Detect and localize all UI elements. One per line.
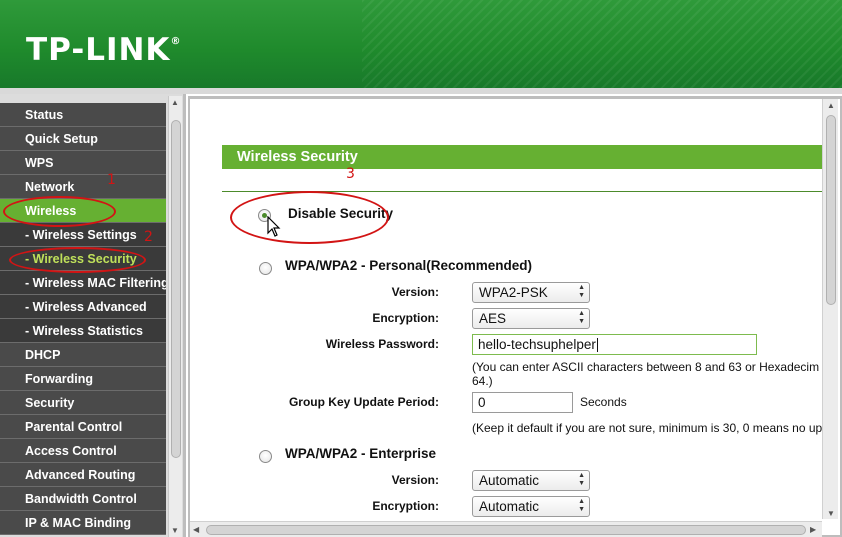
tp-link-logo: TP-LINK®	[26, 32, 182, 68]
header-pattern	[362, 0, 842, 92]
main-menu: Status Quick Setup WPS Network Wireless …	[0, 103, 166, 535]
version-label: Version:	[391, 285, 439, 299]
menu-item-dhcp[interactable]: DHCP	[0, 343, 166, 367]
version-select[interactable]: WPA2-PSK ▲ ▼	[472, 282, 590, 303]
select-arrows-icon: ▲ ▼	[578, 472, 585, 487]
annotation-step-3: 3	[346, 166, 355, 182]
scroll-up-arrow-icon[interactable]: ▲	[827, 101, 835, 110]
menu-item-status[interactable]: Status	[0, 103, 166, 127]
wpa-personal-label: WPA/WPA2 - Personal(Recommended)	[285, 258, 533, 273]
header-banner: TP-LINK®	[0, 0, 842, 92]
enterprise-version-label: Version:	[391, 473, 439, 487]
scroll-up-arrow-icon[interactable]: ▲	[171, 98, 179, 107]
select-arrows-icon: ▲ ▼	[578, 310, 585, 325]
annotation-step-1: 1	[107, 172, 116, 188]
menu-item-ip-mac-binding[interactable]: IP & MAC Binding	[0, 511, 166, 535]
left-scrollbar[interactable]: ▲ ▼	[168, 96, 182, 537]
wpa-personal-radio[interactable]	[259, 262, 272, 275]
group-key-hint: (Keep it default if you are not sure, mi…	[472, 421, 822, 435]
content-vertical-scrollbar-thumb[interactable]	[826, 115, 836, 305]
group-key-update-input[interactable]: 0	[472, 392, 573, 413]
annotation-circle-wireless	[3, 196, 116, 227]
left-menu-frame: Status Quick Setup WPS Network Wireless …	[0, 94, 186, 537]
annotation-circle-disable-security	[230, 191, 389, 244]
scroll-down-arrow-icon[interactable]: ▼	[171, 526, 179, 535]
wireless-password-input[interactable]: hello-techsuphelper	[472, 334, 757, 355]
section-title: Wireless Security	[222, 145, 822, 169]
menu-item-wireless-advanced[interactable]: - Wireless Advanced	[0, 295, 166, 319]
menu-item-wireless-mac-filtering[interactable]: - Wireless MAC Filtering	[0, 271, 166, 295]
enterprise-version-select[interactable]: Automatic ▲ ▼	[472, 470, 590, 491]
password-hint-continued: 64.)	[472, 374, 493, 388]
select-arrows-icon: ▲ ▼	[578, 284, 585, 299]
group-key-update-label: Group Key Update Period:	[288, 395, 439, 409]
wpa-enterprise-radio[interactable]	[259, 450, 272, 463]
content-horizontal-scrollbar[interactable]: ◀ ▶	[190, 521, 822, 537]
menu-item-security[interactable]: Security	[0, 391, 166, 415]
seconds-unit: Seconds	[580, 395, 627, 409]
menu-item-forwarding[interactable]: Forwarding	[0, 367, 166, 391]
mouse-cursor-icon	[267, 216, 281, 237]
menu-item-network[interactable]: Network	[0, 175, 166, 199]
annotation-step-2: 2	[144, 229, 153, 245]
scroll-left-arrow-icon[interactable]: ◀	[193, 525, 199, 534]
content-horizontal-scrollbar-thumb[interactable]	[206, 525, 806, 535]
menu-item-wps[interactable]: WPS	[0, 151, 166, 175]
menu-item-quick-setup[interactable]: Quick Setup	[0, 127, 166, 151]
enterprise-encryption-select[interactable]: Automatic ▲ ▼	[472, 496, 590, 517]
menu-item-advanced-routing[interactable]: Advanced Routing	[0, 463, 166, 487]
scroll-down-arrow-icon[interactable]: ▼	[827, 509, 835, 518]
scroll-right-arrow-icon[interactable]: ▶	[810, 525, 816, 534]
password-hint: (You can enter ASCII characters between …	[472, 360, 820, 374]
menu-item-parental-control[interactable]: Parental Control	[0, 415, 166, 439]
wireless-password-label: Wireless Password:	[325, 337, 439, 351]
annotation-circle-wireless-security	[9, 247, 146, 273]
content-frame: Wireless Security Disable Security WPA/W…	[188, 96, 842, 537]
wpa-enterprise-label: WPA/WPA2 - Enterprise	[285, 446, 437, 461]
encryption-select[interactable]: AES ▲ ▼	[472, 308, 590, 329]
enterprise-encryption-label: Encryption:	[372, 499, 439, 513]
menu-item-access-control[interactable]: Access Control	[0, 439, 166, 463]
menu-item-wireless-settings[interactable]: - Wireless Settings	[0, 223, 166, 247]
menu-item-wireless-statistics[interactable]: - Wireless Statistics	[0, 319, 166, 343]
encryption-label: Encryption:	[372, 311, 439, 325]
content-vertical-scrollbar[interactable]: ▲ ▼	[822, 99, 838, 519]
menu-item-bandwidth-control[interactable]: Bandwidth Control	[0, 487, 166, 511]
left-scrollbar-thumb[interactable]	[171, 120, 181, 458]
select-arrows-icon: ▲ ▼	[578, 498, 585, 513]
